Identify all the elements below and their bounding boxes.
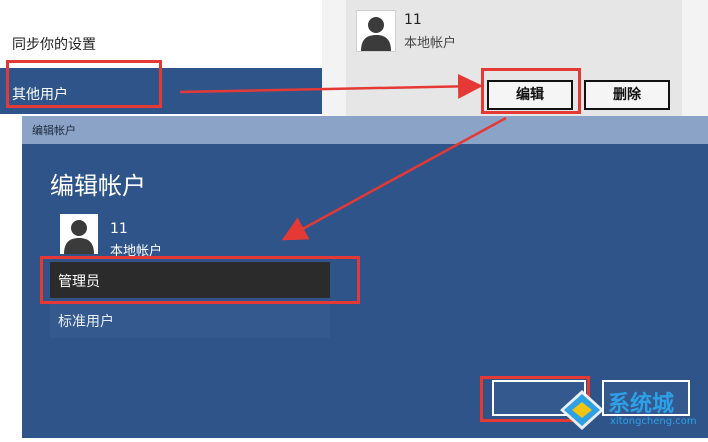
annotation-arrows (179, 73, 507, 241)
watermark-text: 系统城 (608, 392, 675, 417)
arrow-to-edit (179, 73, 483, 99)
arrow-to-admin (281, 116, 507, 241)
watermark-url: xitongcheng.com (610, 416, 697, 427)
